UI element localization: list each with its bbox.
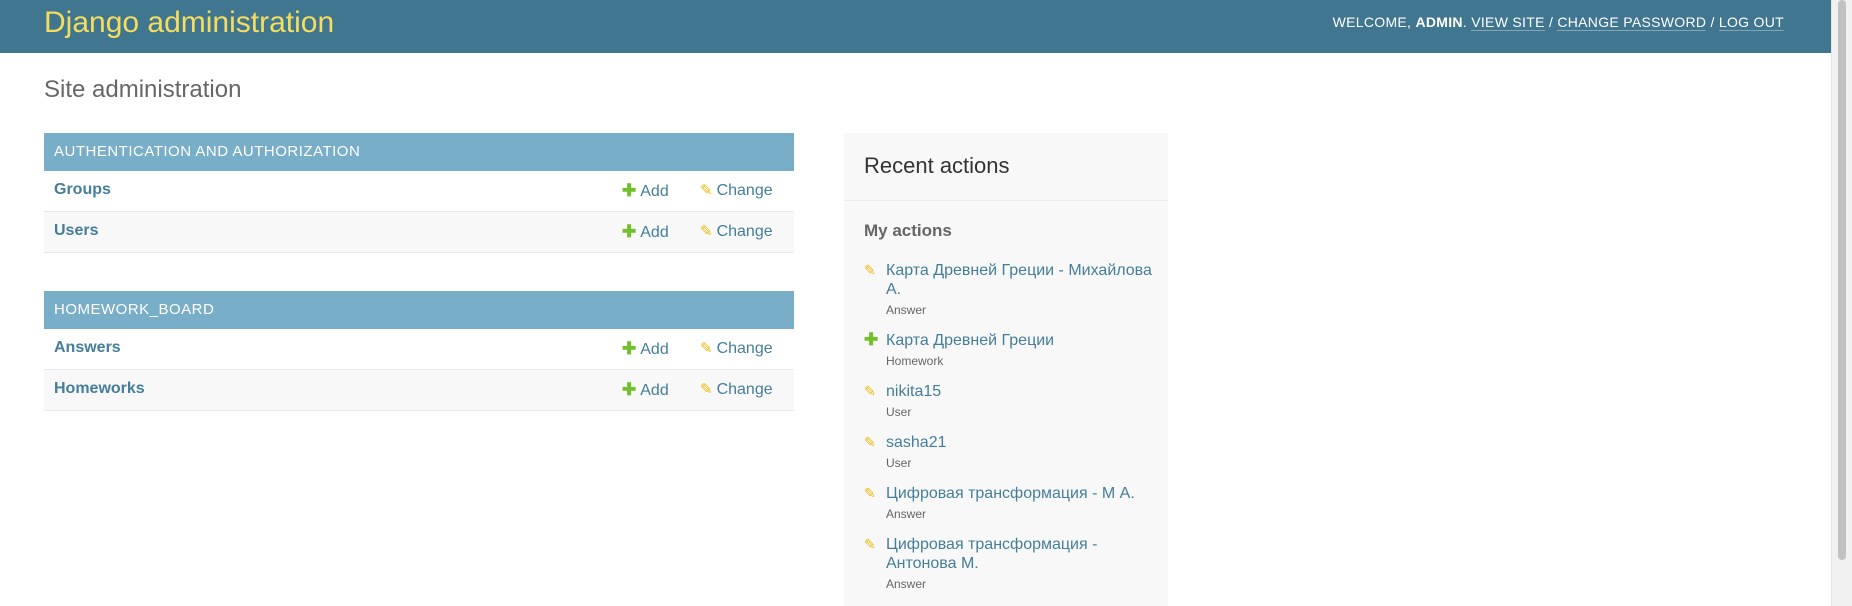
add-label: Add — [640, 183, 669, 200]
action-type: Homework — [886, 354, 944, 368]
plus-icon: ✚ — [622, 380, 637, 399]
list-item: ✎ Цифровая трансформация - М А. Answer — [864, 484, 1154, 521]
list-item: ✎ nikita15 User — [864, 382, 1154, 419]
action-list: ✎ Карта Древней Греции - Михайлова А. An… — [864, 261, 1154, 605]
header: Django administration WELCOME, ADMIN. VI… — [0, 0, 1832, 53]
action-type: Answer — [886, 303, 927, 317]
pencil-icon: ✎ — [864, 485, 876, 501]
list-item: ✎ sasha21 User — [864, 433, 1154, 470]
pencil-icon: ✎ — [700, 223, 713, 240]
model-link-answers[interactable]: Answers — [54, 339, 121, 357]
change-label: Change — [716, 223, 773, 240]
action-link[interactable]: Цифровая трансформация - Антонова М. — [886, 535, 1154, 573]
add-label: Add — [640, 382, 669, 399]
change-label: Change — [716, 182, 773, 199]
pencil-icon: ✎ — [864, 262, 876, 278]
list-item: ✎ Цифровая трансформация - Антонова М. A… — [864, 535, 1154, 591]
separator: / — [1548, 14, 1554, 30]
recent-actions-panel: Recent actions My actions ✎ Карта Древне… — [844, 133, 1168, 606]
username: ADMIN — [1415, 14, 1463, 30]
action-type: Answer — [886, 507, 927, 521]
pencil-icon: ✎ — [700, 182, 713, 199]
list-item: ✎ Карта Древней Греции - Михайлова А. An… — [864, 261, 1154, 317]
model-row-answers: Answers ✚ Add ✎ Change — [44, 329, 794, 370]
action-link[interactable]: sasha21 — [886, 433, 1154, 452]
action-type: Answer — [886, 577, 927, 591]
plus-icon: ✚ — [622, 181, 637, 200]
add-groups-button[interactable]: ✚ Add — [622, 181, 669, 201]
plus-icon: ✚ — [622, 339, 637, 358]
app-caption[interactable]: AUTHENTICATION AND AUTHORIZATION — [44, 133, 794, 171]
plus-icon: ✚ — [622, 222, 637, 241]
change-password-link[interactable]: CHANGE PASSWORD — [1557, 14, 1707, 31]
action-link[interactable]: nikita15 — [886, 382, 1154, 401]
change-label: Change — [716, 381, 773, 398]
add-homeworks-button[interactable]: ✚ Add — [622, 380, 669, 400]
model-link-users[interactable]: Users — [54, 222, 98, 240]
pencil-icon: ✎ — [864, 434, 876, 450]
my-actions-title: My actions — [864, 221, 952, 240]
app-module-homework-board: HOMEWORK_BOARD Answers ✚ Add ✎ Change Home… — [44, 291, 794, 411]
app-module-auth: AUTHENTICATION AND AUTHORIZATION Groups … — [44, 133, 794, 253]
separator: / — [1710, 14, 1715, 30]
log-out-link[interactable]: LOG OUT — [1718, 14, 1784, 31]
list-item: ✚ Карта Древней Греции Homework — [864, 330, 1154, 368]
vertical-scrollbar[interactable] — [1831, 0, 1852, 606]
add-users-button[interactable]: ✚ Add — [622, 222, 669, 242]
model-link-groups[interactable]: Groups — [54, 181, 111, 199]
action-type: User — [886, 456, 912, 470]
welcome-label: WELCOME, — [1332, 14, 1412, 30]
pencil-icon: ✎ — [700, 340, 713, 357]
add-label: Add — [640, 224, 669, 241]
pencil-icon: ✎ — [700, 381, 713, 398]
change-users-button[interactable]: ✎ Change — [700, 222, 773, 241]
recent-actions-title: Recent actions — [844, 133, 1168, 201]
app-caption[interactable]: HOMEWORK_BOARD — [44, 291, 794, 329]
page-title: Site administration — [44, 76, 242, 103]
model-row-homeworks: Homeworks ✚ Add ✎ Change — [44, 370, 794, 411]
user-tools: WELCOME, ADMIN. VIEW SITE / CHANGE PASSW… — [1332, 14, 1784, 31]
scrollbar-thumb[interactable] — [1838, 0, 1846, 560]
add-label: Add — [640, 341, 669, 358]
model-row-groups: Groups ✚ Add ✎ Change — [44, 171, 794, 212]
plus-icon: ✚ — [864, 330, 879, 349]
add-answers-button[interactable]: ✚ Add — [622, 339, 669, 359]
model-row-users: Users ✚ Add ✎ Change — [44, 212, 794, 253]
site-name[interactable]: Django administration — [44, 3, 334, 43]
action-link[interactable]: Карта Древней Греции - Михайлова А. — [886, 261, 1154, 299]
view-site-link[interactable]: VIEW SITE — [1471, 14, 1545, 31]
pencil-icon: ✎ — [864, 536, 876, 552]
change-label: Change — [716, 340, 773, 357]
action-link[interactable]: Цифровая трансформация - М А. — [886, 484, 1154, 503]
action-link[interactable]: Карта Древней Греции — [886, 331, 1154, 350]
change-answers-button[interactable]: ✎ Change — [700, 339, 773, 358]
action-type: User — [886, 405, 912, 419]
pencil-icon: ✎ — [864, 383, 876, 399]
change-groups-button[interactable]: ✎ Change — [700, 181, 773, 200]
change-homeworks-button[interactable]: ✎ Change — [700, 380, 773, 399]
model-link-homeworks[interactable]: Homeworks — [54, 380, 145, 398]
